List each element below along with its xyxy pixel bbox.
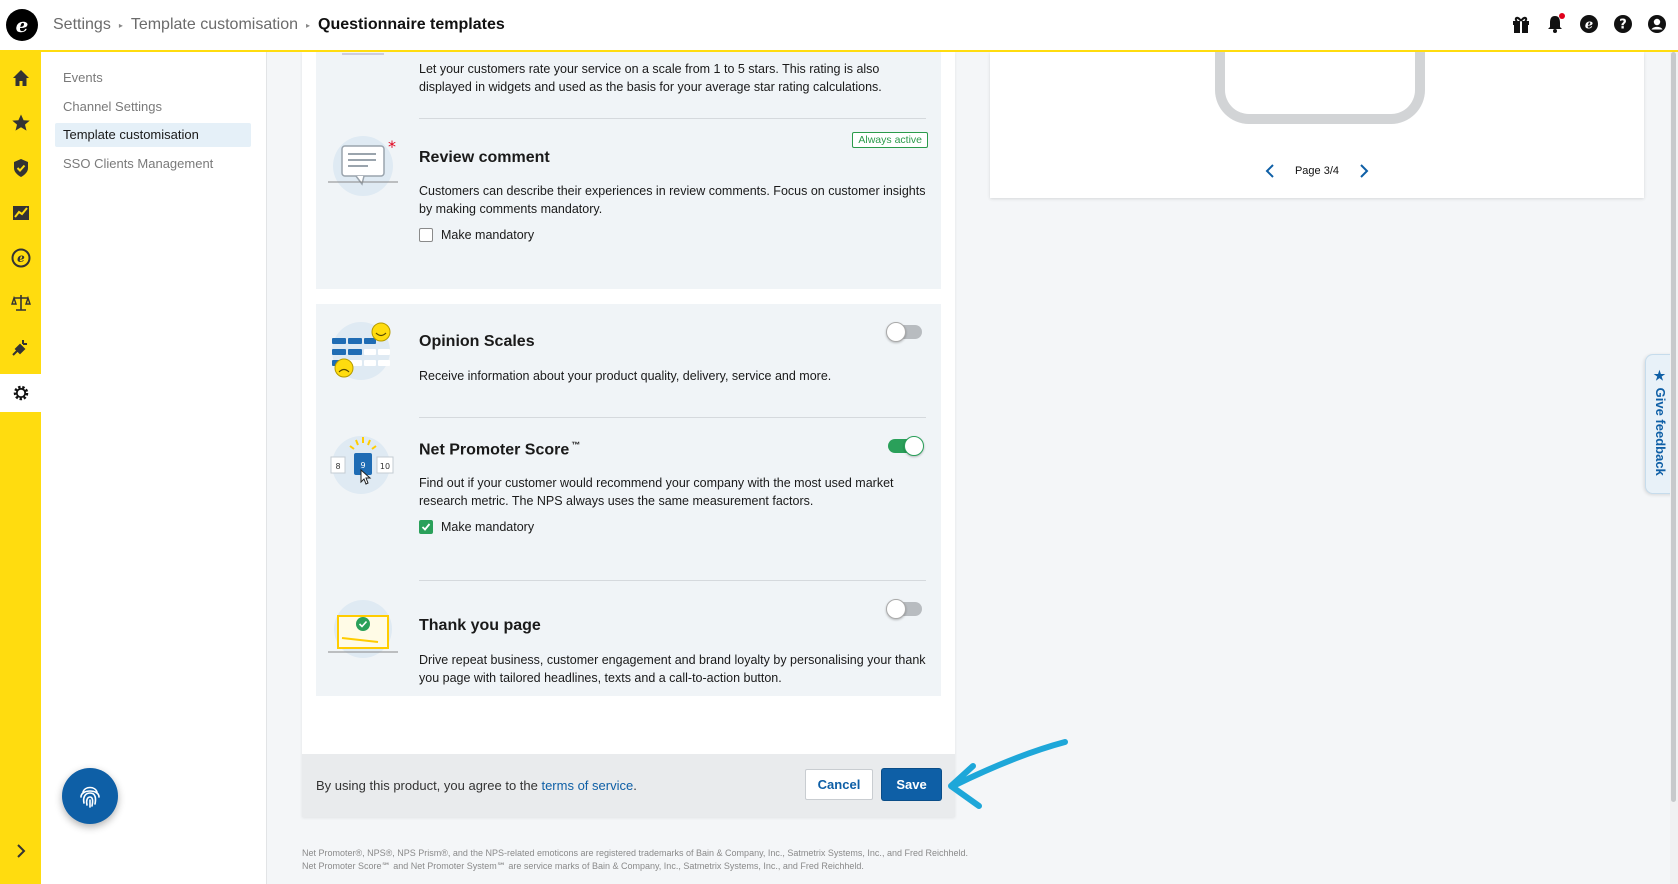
annotation-arrow-icon — [948, 739, 1068, 809]
notification-dot — [1559, 13, 1565, 19]
thank-you-page-title: Thank you page — [419, 617, 541, 634]
trusted-e-icon[interactable]: e — [1578, 13, 1600, 35]
svg-text:e: e — [1585, 18, 1593, 33]
breadcrumb-separator-icon: ▸ — [306, 20, 311, 30]
gift-icon[interactable] — [1510, 13, 1532, 35]
page-scrollbar-thumb[interactable] — [1671, 52, 1676, 802]
star-icon: ★ — [1653, 369, 1668, 388]
terms-of-service-link[interactable]: terms of service — [541, 778, 633, 793]
breadcrumb-item-template-customisation[interactable]: Template customisation — [131, 16, 298, 34]
chart-line-icon[interactable] — [0, 194, 41, 232]
svg-text:?: ? — [1619, 18, 1627, 33]
opinion-scales-title: Opinion Scales — [419, 333, 535, 350]
nps-title-text: Net Promoter Score — [419, 441, 570, 459]
divider — [419, 118, 926, 119]
questionnaire-template-card: Let your customers rate your service on … — [302, 45, 955, 817]
toggle-knob — [886, 322, 906, 342]
toggle-knob — [904, 436, 924, 456]
review-comment-mandatory-label: Make mandatory — [441, 228, 535, 242]
breadcrumb-separator-icon: ▸ — [118, 20, 123, 30]
terms-notice: By using this product, you agree to the … — [316, 778, 637, 793]
opinion-scales-illustration-icon — [328, 316, 398, 386]
review-comment-description: Customers can describe their experiences… — [419, 184, 926, 216]
review-comment-title: Review comment — [419, 149, 550, 166]
nps-mandatory-label: Make mandatory — [441, 520, 535, 534]
save-button[interactable]: Save — [882, 769, 941, 800]
nps-mandatory-checkbox[interactable] — [419, 520, 433, 534]
divider — [419, 580, 926, 581]
opinion-scales-toggle[interactable] — [886, 322, 922, 342]
user-account-icon[interactable] — [1646, 13, 1668, 35]
next-page-chevron-icon[interactable] — [1357, 164, 1371, 178]
bell-icon[interactable] — [1544, 13, 1566, 35]
terms-prefix: By using this product, you agree to the — [316, 778, 542, 793]
cancel-button[interactable]: Cancel — [805, 769, 873, 800]
give-feedback-label: ★ Give feedback — [1653, 369, 1668, 476]
plug-icon[interactable] — [0, 329, 41, 367]
gear-icon[interactable] — [0, 374, 41, 412]
trusted-logo-icon[interactable]: e — [6, 9, 38, 41]
svg-text:e: e — [17, 251, 25, 265]
top-icons: e ? — [1510, 13, 1668, 35]
breadcrumb-item-settings[interactable]: Settings — [53, 16, 111, 34]
trusted-e-icon[interactable]: e — [0, 239, 41, 277]
subnav-item-template-customisation[interactable]: Template customisation — [55, 123, 251, 147]
opinion-scales-description: Receive information about your product q… — [419, 369, 832, 383]
fingerprint-button[interactable] — [62, 768, 118, 824]
help-icon[interactable]: ? — [1612, 13, 1634, 35]
star-icon[interactable] — [0, 104, 41, 142]
mandatory-features-panel: Let your customers rate your service on … — [316, 45, 941, 289]
previous-page-chevron-icon[interactable] — [1263, 164, 1277, 178]
nps-illustration-icon: 8 9 10 — [328, 432, 398, 502]
thank-you-page-toggle[interactable] — [886, 599, 922, 619]
fingerprint-icon — [80, 786, 100, 808]
optional-features-panel: Opinion Scales Receive information about… — [316, 304, 941, 696]
trademark-notice: Net Promoter®, NPS®, NPS Prism®, and the… — [302, 848, 968, 871]
always-active-badge: Always active — [852, 132, 928, 148]
page-title: Questionnaire templates — [318, 16, 505, 33]
review-comment-mandatory-checkbox[interactable] — [419, 228, 433, 242]
nps-illus-8: 8 — [335, 462, 340, 471]
divider — [419, 417, 926, 418]
shield-check-icon[interactable] — [0, 149, 41, 187]
nps-trademark: ™ — [571, 440, 581, 450]
breadcrumb: Settings ▸ Template customisation ▸ Ques… — [53, 16, 505, 34]
preview-pager: Page 3/4 — [990, 164, 1644, 178]
star-rating-description: Let your customers rate your service on … — [419, 62, 882, 94]
card-footer: By using this product, you agree to the … — [302, 754, 955, 817]
top-bar: e Settings ▸ Template customisation ▸ Qu… — [0, 0, 1678, 52]
preview-card: Page 3/4 — [990, 42, 1644, 198]
thank-you-page-illustration-icon — [328, 594, 398, 664]
review-comment-mandatory-row: Make mandatory — [419, 228, 534, 242]
subnav-item-sso-clients-management[interactable]: SSO Clients Management — [55, 152, 251, 176]
settings-subnav: Events Channel Settings Template customi… — [41, 52, 267, 884]
review-comment-illustration-icon: * — [328, 134, 398, 204]
nps-title: Net Promoter Score ™ — [419, 440, 580, 459]
home-icon[interactable] — [0, 59, 41, 97]
thank-you-page-description: Drive repeat business, customer engageme… — [419, 653, 926, 685]
terms-suffix: . — [633, 778, 637, 793]
subnav-item-channel-settings[interactable]: Channel Settings — [55, 95, 251, 119]
nps-toggle[interactable] — [888, 436, 924, 456]
checkmark-icon — [421, 523, 431, 531]
nps-illus-9: 9 — [360, 461, 365, 470]
toggle-knob — [886, 599, 906, 619]
nps-mandatory-row: Make mandatory — [419, 520, 534, 534]
expand-nav-chevron-icon[interactable] — [0, 836, 41, 866]
nps-description: Find out if your customer would recommen… — [419, 476, 894, 508]
subnav-item-events[interactable]: Events — [55, 66, 251, 90]
scales-icon[interactable] — [0, 284, 41, 322]
nps-illus-10: 10 — [380, 462, 390, 471]
main-nav-rail: e — [0, 52, 41, 884]
give-feedback-text: Give feedback — [1653, 387, 1668, 476]
page-indicator: Page 3/4 — [1294, 165, 1340, 177]
phone-preview-frame — [1215, 42, 1425, 124]
svg-text:*: * — [388, 137, 396, 156]
